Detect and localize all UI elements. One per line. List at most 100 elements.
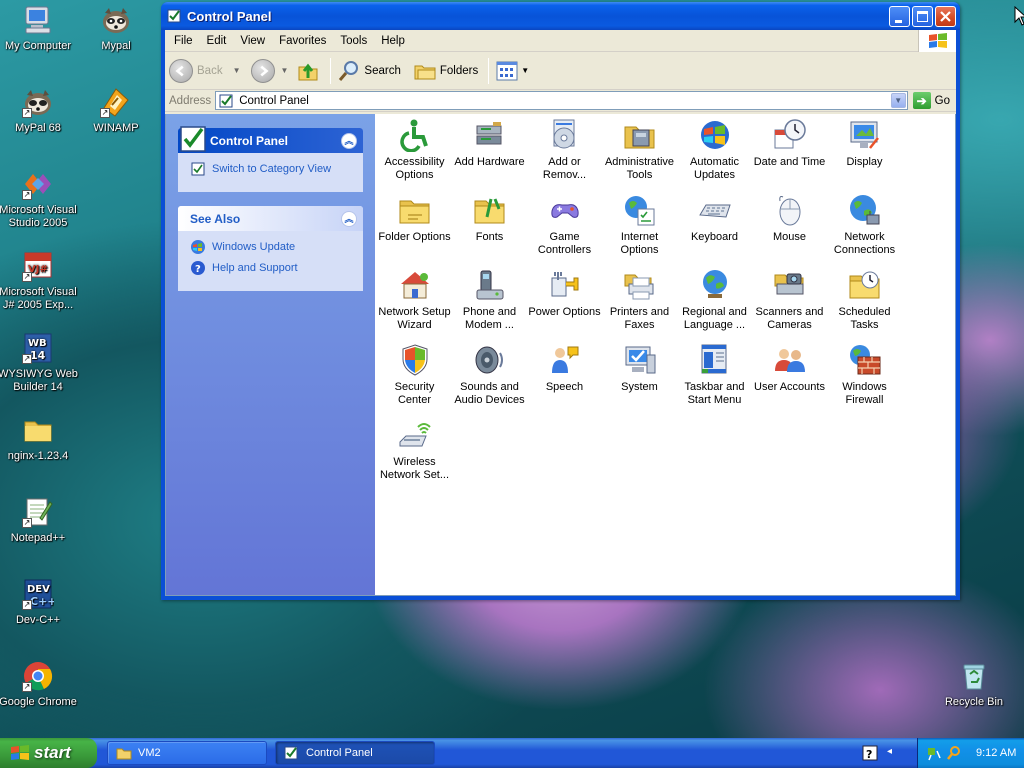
item-user-accounts[interactable]: User Accounts xyxy=(752,341,827,416)
maximize-button[interactable] xyxy=(912,6,933,27)
menu-edit[interactable]: Edit xyxy=(200,35,234,47)
item-folder-options[interactable]: Folder Options xyxy=(377,191,452,266)
item-network-setup-wizard[interactable]: Network Setup Wizard xyxy=(377,266,452,341)
sounds-icon xyxy=(473,343,507,377)
desktop-icon-label: Dev-C++ xyxy=(15,614,61,626)
address-input[interactable]: Control Panel ▼ xyxy=(215,91,908,110)
start-button[interactable]: start xyxy=(0,738,97,768)
menu-tools[interactable]: Tools xyxy=(333,35,374,47)
desktop-icon-label: Microsoft Visual Studio 2005 xyxy=(0,204,77,229)
svg-text:?: ? xyxy=(195,264,201,275)
item-speech[interactable]: Speech xyxy=(527,341,602,416)
item-internet-options[interactable]: Internet Options xyxy=(602,191,677,266)
menu-favorites[interactable]: Favorites xyxy=(272,35,333,47)
address-dropdown-button[interactable]: ▼ xyxy=(890,93,906,108)
desktop-icon-wysiwyg[interactable]: WB 14 ↗ WYSIWYG Web Builder 14 xyxy=(0,332,78,394)
date-time-icon xyxy=(773,118,807,152)
item-add-remove-programs[interactable]: Add or Remov... xyxy=(527,116,602,191)
menu-help[interactable]: Help xyxy=(374,35,412,47)
item-administrative-tools[interactable]: Administrative Tools xyxy=(602,116,677,191)
item-game-controllers[interactable]: Game Controllers xyxy=(527,191,602,266)
item-regional-language[interactable]: Regional and Language ... xyxy=(677,266,752,341)
see-also-panel: See Also ︽ Windows Update ? Help and Sup… xyxy=(178,206,363,291)
taskbar-start-icon xyxy=(698,343,732,377)
item-sounds-audio[interactable]: Sounds and Audio Devices xyxy=(452,341,527,416)
back-button[interactable]: Back ▼ xyxy=(169,58,241,83)
item-scheduled-tasks[interactable]: Scheduled Tasks xyxy=(827,266,902,341)
see-also-panel-header[interactable]: See Also ︽ xyxy=(178,206,363,231)
item-label: Administrative Tools xyxy=(604,156,675,181)
collapse-icon[interactable]: ︽ xyxy=(341,211,357,227)
accessibility-icon xyxy=(398,118,432,153)
desktop-icon-label: WINAMP xyxy=(93,122,139,134)
desktop-icon-nginx[interactable]: nginx-1.23.4 xyxy=(0,414,78,463)
item-label: System xyxy=(621,381,658,393)
clock[interactable]: 9:12 AM xyxy=(976,747,1016,759)
desktop-icon-my-computer[interactable]: My Computer xyxy=(0,4,78,53)
item-phone-modem[interactable]: Phone and Modem ... xyxy=(452,266,527,341)
up-folder-button[interactable] xyxy=(296,59,320,83)
help-support-link[interactable]: ? Help and Support xyxy=(190,260,351,276)
control-panel-panel-header[interactable]: Control Panel ︽ xyxy=(178,126,363,153)
item-fonts[interactable]: Fonts xyxy=(452,191,527,266)
desktop-icon-visual-jsharp[interactable]: VJ# ↗ Microsoft Visual J# 2005 Exp... xyxy=(0,250,78,312)
item-display[interactable]: Display xyxy=(827,116,902,191)
printers-icon xyxy=(623,268,657,302)
windows-update-label: Windows Update xyxy=(212,241,296,253)
item-power-options[interactable]: Power Options xyxy=(527,266,602,341)
minimize-button[interactable] xyxy=(889,6,910,27)
menu-file[interactable]: File xyxy=(167,35,200,47)
go-button[interactable]: ➔ Go xyxy=(912,92,950,109)
switch-category-view-link[interactable]: Switch to Category View xyxy=(190,161,351,177)
desktop-icon-devcpp[interactable]: DEV C++ ↗ Dev-C++ xyxy=(0,578,78,627)
desktop-icon-mypal68[interactable]: ↗ MyPal 68 xyxy=(0,86,78,135)
collapse-icon[interactable]: ︽ xyxy=(341,133,357,149)
item-label: Fonts xyxy=(475,231,504,243)
item-wireless-network-setup[interactable]: Wireless Network Set... xyxy=(377,416,452,491)
desktop-icon-chrome[interactable]: ↗ Google Chrome xyxy=(0,660,78,709)
display-icon xyxy=(848,118,882,152)
help-tray-icon[interactable]: ? xyxy=(862,745,878,761)
item-keyboard[interactable]: Keyboard xyxy=(677,191,752,266)
desktop-icon-notepadpp[interactable]: ↗ Notepad++ xyxy=(0,496,78,545)
desktop-icon-visual-studio[interactable]: ↗ Microsoft Visual Studio 2005 xyxy=(0,168,78,230)
mypal-icon xyxy=(100,4,132,36)
item-windows-firewall[interactable]: Windows Firewall xyxy=(827,341,902,416)
folders-button[interactable]: Folders xyxy=(413,59,478,83)
folder-icon xyxy=(116,748,132,760)
item-label: Network Setup Wizard xyxy=(378,306,451,331)
taskbar-task-vm2[interactable]: VM2 xyxy=(107,741,267,765)
control-panel-items: Accessibility Options Add Hardware Add o… xyxy=(375,114,955,595)
search-tray-icon[interactable] xyxy=(946,745,962,761)
mypal68-icon: ↗ xyxy=(22,86,54,118)
item-add-hardware[interactable]: Add Hardware xyxy=(452,116,527,191)
item-taskbar-start-menu[interactable]: Taskbar and Start Menu xyxy=(677,341,752,416)
folder-options-icon xyxy=(398,193,432,227)
item-scanners-cameras[interactable]: Scanners and Cameras xyxy=(752,266,827,341)
item-system[interactable]: System xyxy=(602,341,677,416)
search-button[interactable]: Search xyxy=(337,59,401,83)
network-tray-icon[interactable] xyxy=(926,745,942,761)
taskbar-task-control-panel[interactable]: Control Panel xyxy=(275,741,435,765)
item-date-time[interactable]: Date and Time xyxy=(752,116,827,191)
tray-arrow-icon[interactable]: ◂ xyxy=(887,746,892,757)
go-arrow-icon: ➔ xyxy=(912,92,931,109)
windows-update-link[interactable]: Windows Update xyxy=(190,239,351,255)
desktop-icon-mypal[interactable]: Mypal xyxy=(76,4,156,53)
close-button[interactable] xyxy=(935,6,956,27)
item-accessibility-options[interactable]: Accessibility Options xyxy=(377,116,452,191)
forward-button[interactable]: ▼ xyxy=(250,58,288,83)
item-printers-faxes[interactable]: Printers and Faxes xyxy=(602,266,677,341)
desktop-icon-winamp[interactable]: ↗ WINAMP xyxy=(76,86,156,135)
folders-icon xyxy=(414,65,436,79)
item-mouse[interactable]: Mouse xyxy=(752,191,827,266)
views-button[interactable]: ▼ xyxy=(495,59,529,83)
security-center-icon xyxy=(398,343,432,377)
window-titlebar[interactable]: Control Panel xyxy=(161,2,960,30)
control-panel-large-icon xyxy=(180,126,206,152)
desktop-icon-recycle-bin[interactable]: Recycle Bin xyxy=(934,660,1014,709)
menu-view[interactable]: View xyxy=(233,35,272,47)
item-security-center[interactable]: Security Center xyxy=(377,341,452,416)
item-automatic-updates[interactable]: Automatic Updates xyxy=(677,116,752,191)
item-network-connections[interactable]: Network Connections xyxy=(827,191,902,266)
